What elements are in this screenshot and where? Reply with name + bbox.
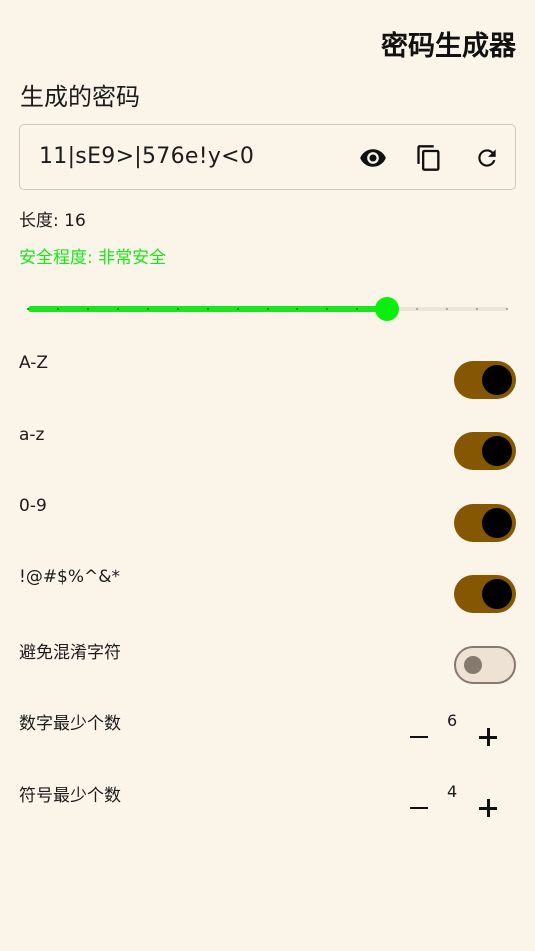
strength-label: 安全程度: 非常安全 xyxy=(19,248,167,268)
min-symbols-value: 4 xyxy=(447,782,458,801)
option-label-avoid-ambiguous: 避免混淆字符 xyxy=(19,643,121,663)
plus-icon xyxy=(479,728,497,746)
slider-tick xyxy=(146,308,149,310)
min-digits-label: 数字最少个数 xyxy=(19,714,121,734)
refresh-icon xyxy=(478,149,496,167)
toggle-lowercase[interactable] xyxy=(454,432,516,470)
slider-tick xyxy=(206,308,209,310)
toggle-knob xyxy=(482,508,512,538)
slider-tick xyxy=(506,308,508,310)
min-digits-decrement-button[interactable] xyxy=(404,722,434,752)
password-field: 11|sE9>|576e!y<0 xyxy=(19,124,516,190)
toggle-knob xyxy=(482,365,512,395)
option-label-digits: 0-9 xyxy=(19,496,47,516)
minus-icon xyxy=(410,735,428,739)
password-generator-screen: 密码生成器 生成的密码 11|sE9>|576e!y<0 长度: 16 安全程度… xyxy=(0,0,535,951)
min-symbols-increment-button[interactable] xyxy=(473,793,503,823)
generated-password-heading: 生成的密码 xyxy=(20,83,140,111)
slider-tick xyxy=(56,308,59,310)
min-symbols-decrement-button[interactable] xyxy=(404,793,434,823)
slider-thumb[interactable] xyxy=(375,297,400,321)
min-digits-increment-button[interactable] xyxy=(473,722,503,752)
toggle-knob xyxy=(464,656,482,674)
length-label: 长度: 16 xyxy=(19,211,86,231)
slider-tick xyxy=(236,308,239,310)
toggle-avoid-ambiguous[interactable] xyxy=(454,646,516,684)
length-slider[interactable] xyxy=(27,295,508,323)
copy-icon xyxy=(417,145,440,171)
slider-tick xyxy=(86,308,89,310)
show-password-button[interactable] xyxy=(356,141,390,175)
min-digits-value: 6 xyxy=(447,711,458,730)
slider-tick xyxy=(266,308,269,310)
slider-tick xyxy=(176,308,179,310)
eye-icon xyxy=(360,149,386,167)
toggle-digits[interactable] xyxy=(454,504,516,542)
copy-password-button[interactable] xyxy=(412,141,446,175)
minus-icon xyxy=(410,806,428,810)
app-title: 密码生成器 xyxy=(381,31,516,62)
regenerate-password-button[interactable] xyxy=(470,141,504,175)
toggle-symbols[interactable] xyxy=(454,575,516,613)
option-label-lowercase: a-z xyxy=(19,425,45,445)
toggle-knob xyxy=(482,436,512,466)
plus-icon xyxy=(479,799,497,817)
min-symbols-label: 符号最少个数 xyxy=(19,786,121,806)
toggle-knob xyxy=(482,579,512,609)
option-label-uppercase: A-Z xyxy=(19,353,49,373)
toggle-uppercase[interactable] xyxy=(454,361,516,399)
password-value[interactable]: 11|sE9>|576e!y<0 xyxy=(39,144,254,169)
slider-tick xyxy=(116,308,119,310)
slider-tick xyxy=(27,308,29,310)
option-label-symbols: !@#$%^&* xyxy=(19,567,121,587)
